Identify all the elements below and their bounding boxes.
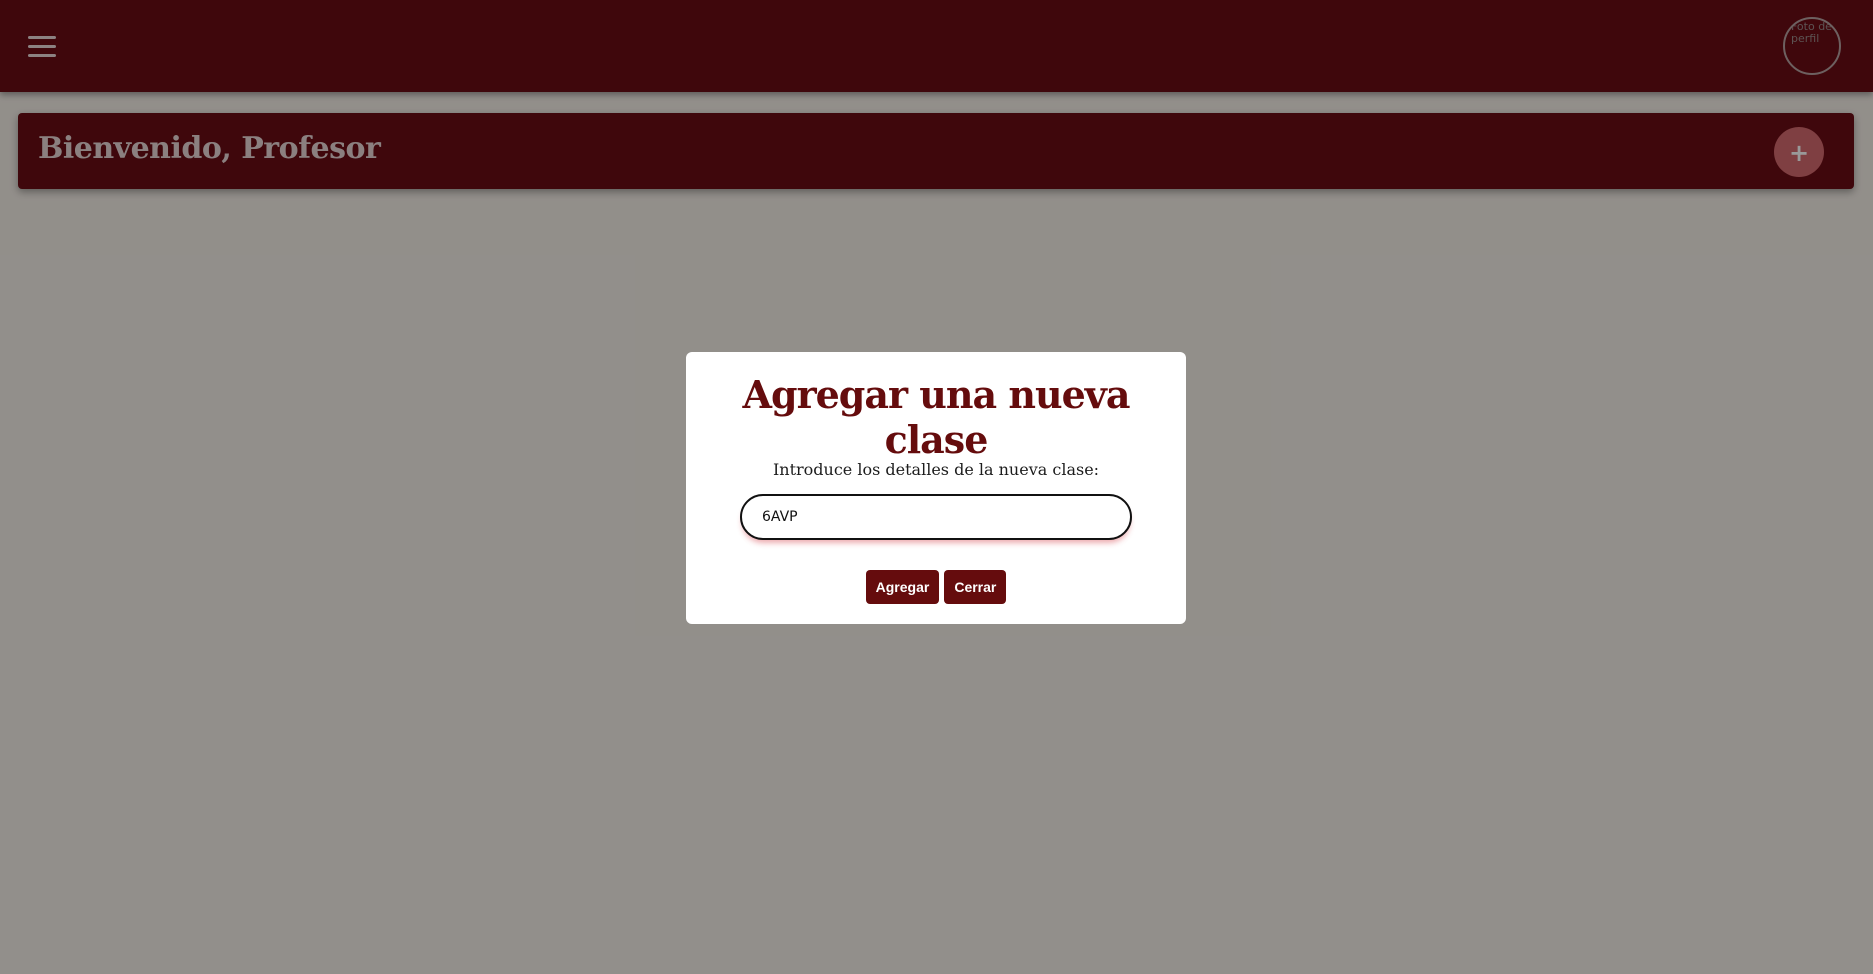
page: Foto de perfil Bienvenido, Profesor + Ag…: [0, 0, 1873, 974]
cerrar-button[interactable]: Cerrar: [944, 570, 1007, 604]
modal-title: Agregar una nueva clase: [742, 372, 1131, 462]
class-details-input[interactable]: [740, 494, 1132, 540]
modal-label: Introduce los detalles de la nueva clase…: [772, 460, 1100, 479]
modal-actions: Agregar Cerrar: [686, 570, 1186, 604]
add-class-modal: Agregar una nueva clase Introduce los de…: [686, 352, 1186, 624]
agregar-button[interactable]: Agregar: [865, 570, 940, 604]
